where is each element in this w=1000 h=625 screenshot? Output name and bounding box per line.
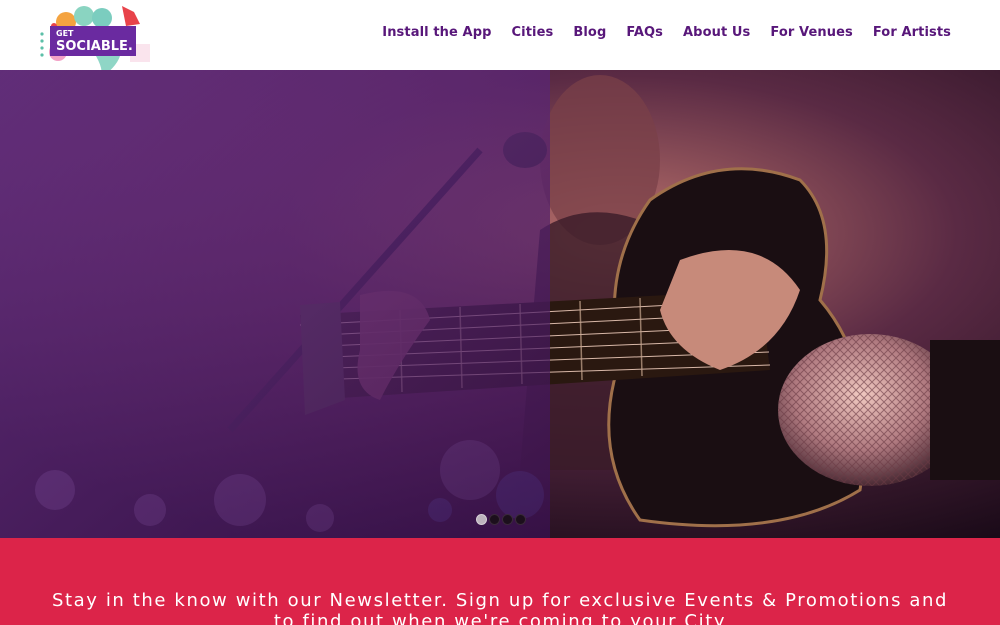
logo-blob-teal (92, 8, 112, 28)
main-nav: Install the App Cities Blog FAQs About U… (382, 25, 951, 40)
slider-dot-1[interactable] (476, 514, 487, 525)
site-header: GET SOCIABLE. Install the App Cities Blo… (0, 0, 1000, 80)
newsletter-section: Stay in the know with our Newsletter. Si… (0, 538, 1000, 625)
slider-dot-4[interactable] (515, 514, 526, 525)
logo-blob-red (122, 6, 140, 26)
nav-cities[interactable]: Cities (512, 25, 554, 40)
hero-image-guitarist (0, 70, 1000, 538)
slider-dot-2[interactable] (489, 514, 500, 525)
nav-install-app[interactable]: Install the App (382, 25, 491, 40)
logo-dots (40, 32, 44, 57)
nav-faqs[interactable]: FAQs (626, 25, 663, 40)
nav-blog[interactable]: Blog (573, 25, 606, 40)
logo-blob-mint (74, 6, 94, 26)
logo-sociable-text: SOCIABLE. (56, 39, 133, 54)
newsletter-heading: Stay in the know with our Newsletter. Si… (51, 590, 949, 625)
nav-about-us[interactable]: About Us (683, 25, 750, 40)
nav-for-artists[interactable]: For Artists (873, 25, 951, 40)
slider-dot-3[interactable] (502, 514, 513, 525)
logo-get-text: GET (56, 29, 74, 38)
hero-slider (0, 70, 1000, 538)
nav-for-venues[interactable]: For Venues (770, 25, 852, 40)
slider-dots (476, 514, 526, 525)
